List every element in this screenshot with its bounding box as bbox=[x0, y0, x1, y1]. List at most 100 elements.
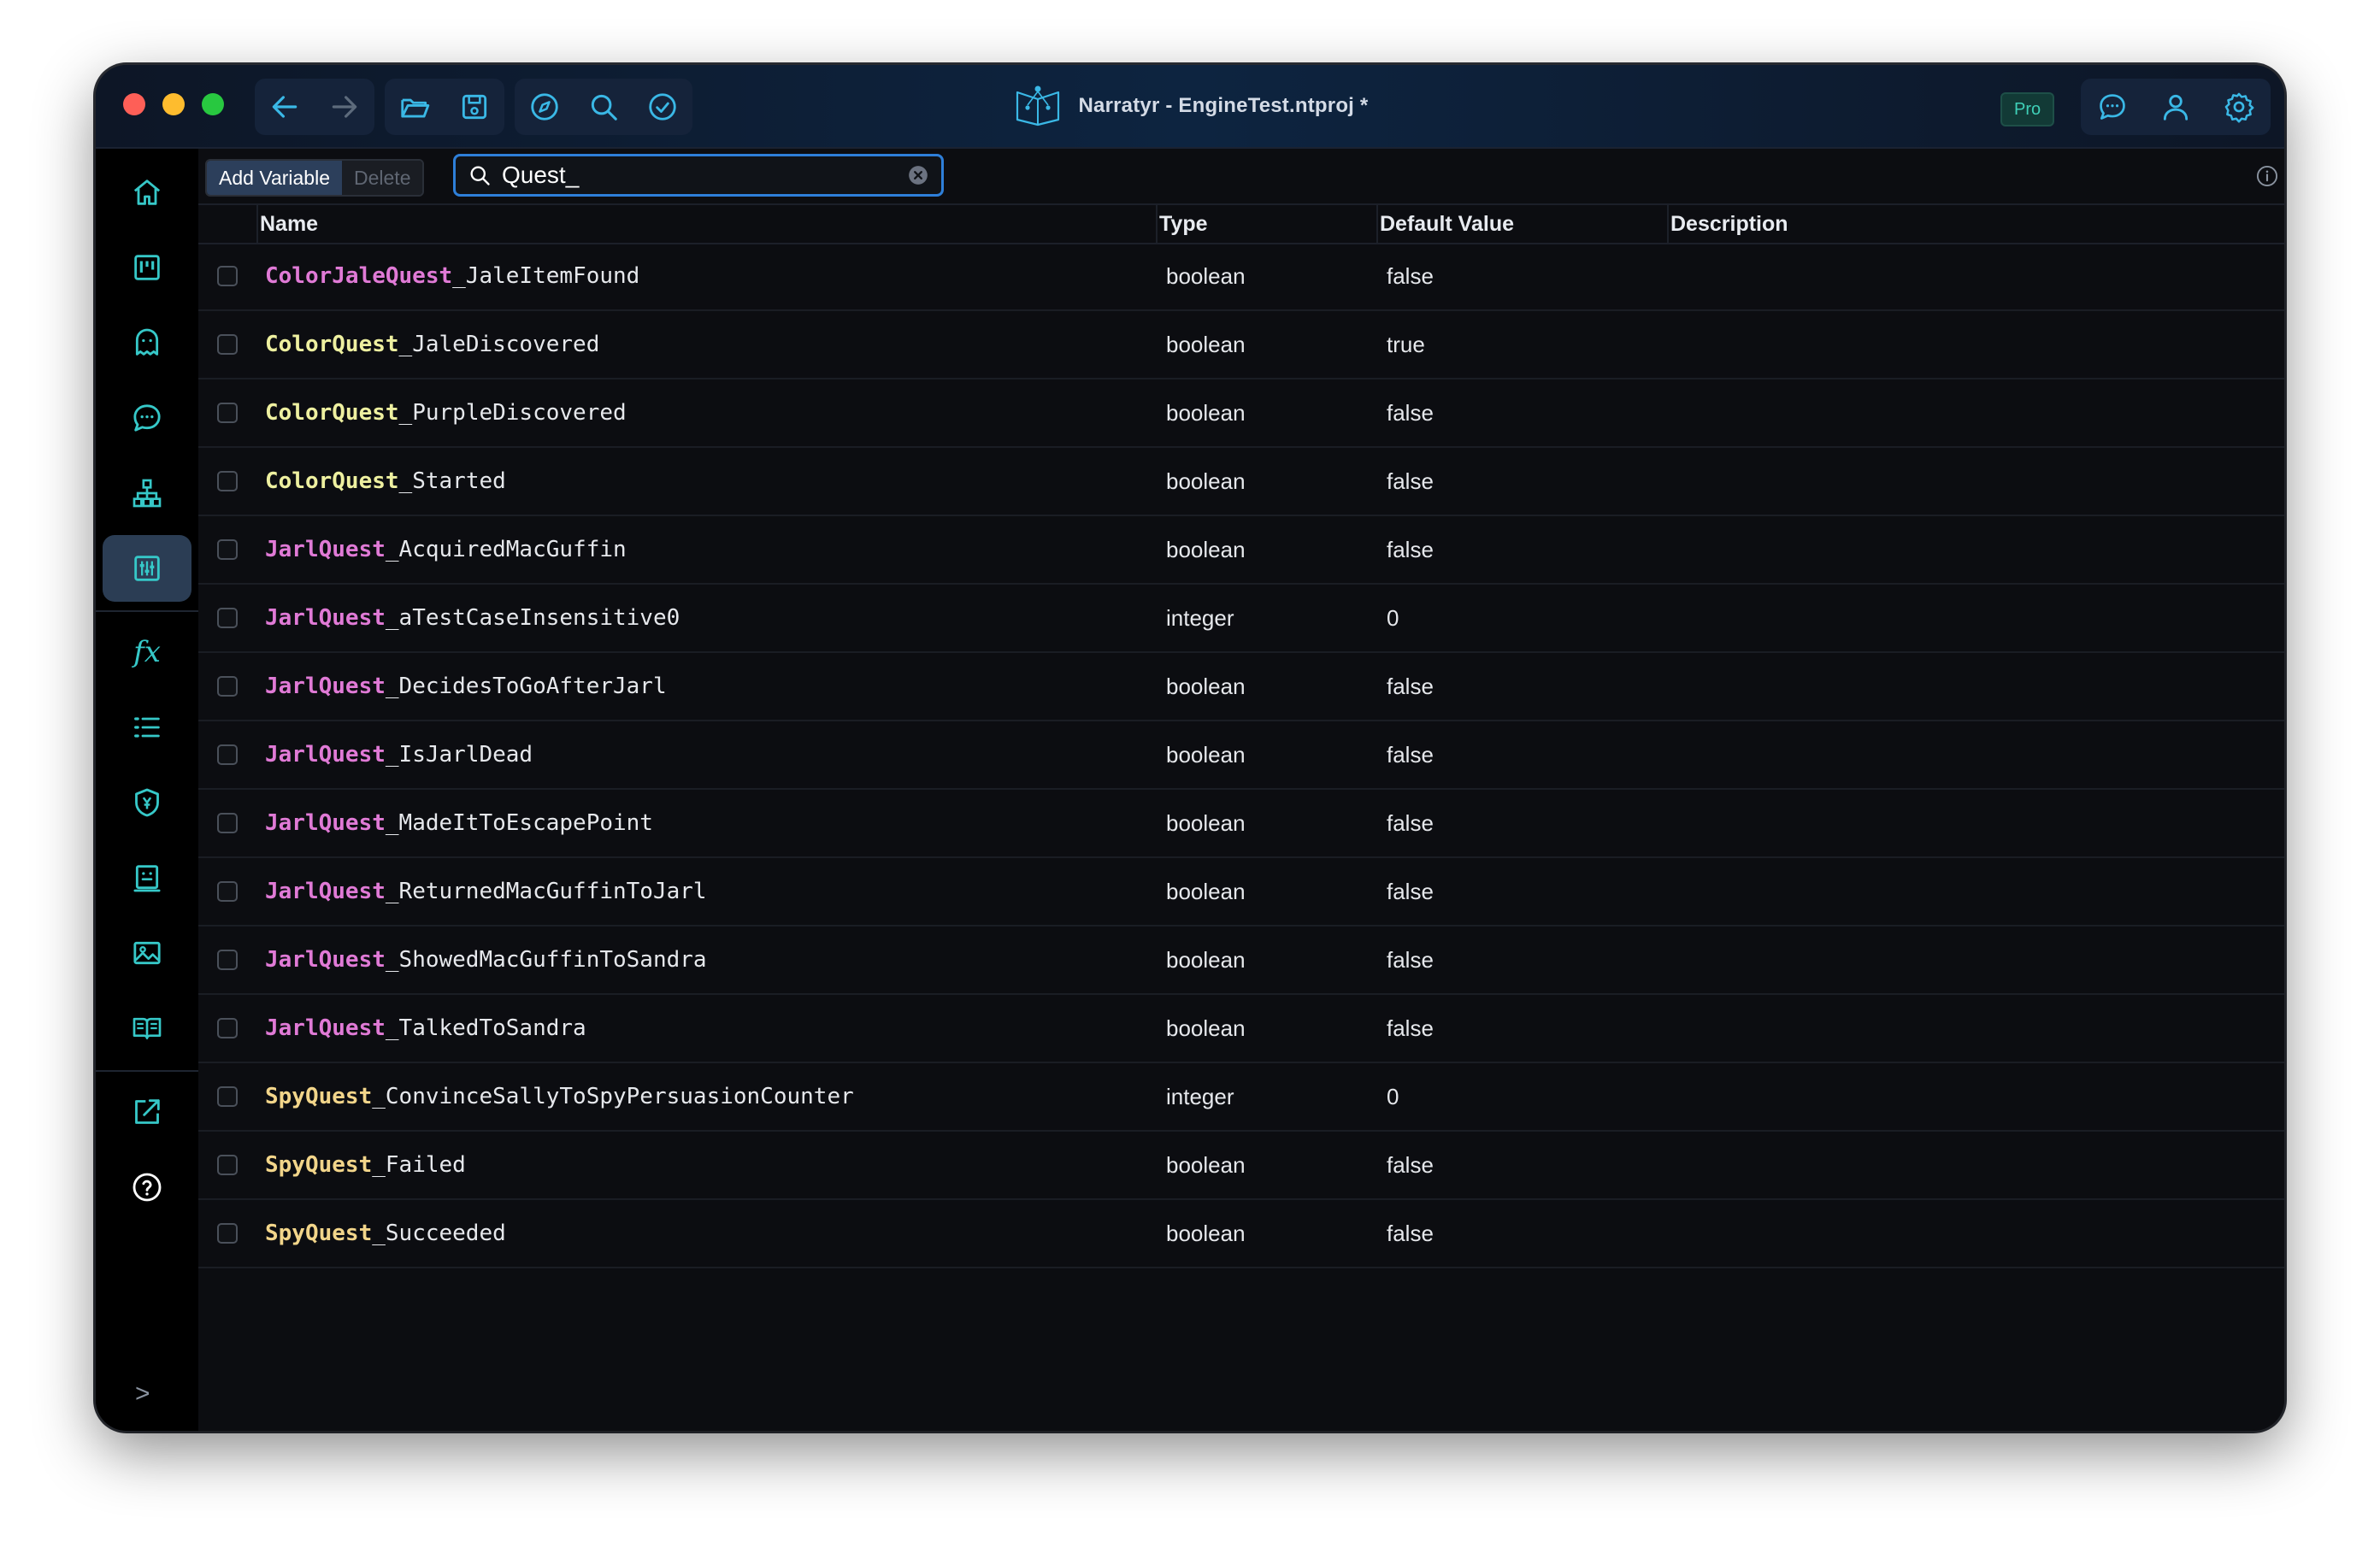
sidebar-item-economy[interactable] bbox=[103, 769, 191, 836]
pro-badge[interactable]: Pro bbox=[2000, 92, 2055, 126]
back-button[interactable] bbox=[261, 83, 309, 131]
row-checkbox[interactable] bbox=[217, 950, 238, 970]
delete-variable-button[interactable]: Delete bbox=[342, 161, 423, 195]
variable-type-cell[interactable]: boolean bbox=[1166, 379, 1246, 446]
column-header-type[interactable]: Type bbox=[1159, 205, 1208, 243]
variable-type-cell[interactable]: boolean bbox=[1166, 1132, 1246, 1198]
row-checkbox[interactable] bbox=[217, 744, 238, 765]
navigate-button[interactable] bbox=[521, 83, 568, 131]
table-row[interactable]: JarlQuest_aTestCaseInsensitive0 integer 0 bbox=[198, 585, 2284, 653]
variable-type-cell[interactable]: boolean bbox=[1166, 790, 1246, 856]
variable-default-cell[interactable]: 0 bbox=[1387, 585, 1399, 651]
variable-name-cell[interactable]: SpyQuest_ConvinceSallyToSpyPersuasionCou… bbox=[265, 1063, 854, 1130]
variable-name-cell[interactable]: JarlQuest_DecidesToGoAfterJarl bbox=[265, 653, 667, 720]
row-checkbox[interactable] bbox=[217, 539, 238, 560]
variable-default-cell[interactable]: false bbox=[1387, 516, 1434, 583]
variable-name-cell[interactable]: JarlQuest_aTestCaseInsensitive0 bbox=[265, 585, 680, 651]
table-row[interactable]: ColorQuest_PurpleDiscovered boolean false bbox=[198, 379, 2284, 448]
variable-default-cell[interactable]: false bbox=[1387, 927, 1434, 993]
sidebar-item-home[interactable] bbox=[103, 159, 191, 226]
row-checkbox[interactable] bbox=[217, 608, 238, 628]
variable-default-cell[interactable]: false bbox=[1387, 1132, 1434, 1198]
info-icon[interactable] bbox=[2255, 164, 2279, 188]
minimize-window-button[interactable] bbox=[162, 93, 185, 115]
search-button[interactable] bbox=[580, 83, 627, 131]
column-header-name[interactable]: Name bbox=[260, 205, 318, 243]
table-row[interactable]: SpyQuest_Failed boolean false bbox=[198, 1132, 2284, 1200]
table-row[interactable]: JarlQuest_IsJarlDead boolean false bbox=[198, 721, 2284, 790]
variable-default-cell[interactable]: 0 bbox=[1387, 1063, 1399, 1130]
save-button[interactable] bbox=[451, 83, 498, 131]
variable-default-cell[interactable]: false bbox=[1387, 243, 1434, 309]
variable-default-cell[interactable]: false bbox=[1387, 653, 1434, 720]
add-variable-button[interactable]: Add Variable bbox=[207, 161, 342, 195]
sidebar-item-list[interactable] bbox=[103, 694, 191, 761]
variable-name-cell[interactable]: ColorQuest_PurpleDiscovered bbox=[265, 379, 627, 446]
validate-button[interactable] bbox=[639, 83, 686, 131]
variable-name-cell[interactable]: ColorQuest_Started bbox=[265, 448, 506, 515]
row-checkbox[interactable] bbox=[217, 1155, 238, 1175]
variable-type-cell[interactable]: boolean bbox=[1166, 311, 1246, 378]
sidebar-item-glossary[interactable] bbox=[103, 995, 191, 1062]
open-project-button[interactable] bbox=[391, 83, 439, 131]
variable-name-cell[interactable]: SpyQuest_Failed bbox=[265, 1132, 466, 1198]
row-checkbox[interactable] bbox=[217, 1223, 238, 1244]
variable-name-cell[interactable]: ColorJaleQuest_JaleItemFound bbox=[265, 243, 639, 309]
sidebar-item-export[interactable] bbox=[103, 1079, 191, 1145]
variable-type-cell[interactable]: boolean bbox=[1166, 243, 1246, 309]
column-divider[interactable] bbox=[1667, 205, 1669, 243]
zoom-window-button[interactable] bbox=[202, 93, 224, 115]
sidebar-item-variables[interactable] bbox=[103, 535, 191, 602]
variable-name-cell[interactable]: JarlQuest_ReturnedMacGuffinToJarl bbox=[265, 858, 707, 925]
table-row[interactable]: ColorQuest_Started boolean false bbox=[198, 448, 2284, 516]
row-checkbox[interactable] bbox=[217, 676, 238, 697]
row-checkbox[interactable] bbox=[217, 334, 238, 355]
variable-default-cell[interactable]: false bbox=[1387, 858, 1434, 925]
row-checkbox[interactable] bbox=[217, 813, 238, 833]
variable-default-cell[interactable]: true bbox=[1387, 311, 1425, 378]
variable-default-cell[interactable]: false bbox=[1387, 448, 1434, 515]
variable-name-cell[interactable]: JarlQuest_MadeItToEscapePoint bbox=[265, 790, 653, 856]
sidebar-item-assets[interactable] bbox=[103, 920, 191, 986]
table-row[interactable]: ColorJaleQuest_JaleItemFound boolean false bbox=[198, 243, 2284, 311]
close-window-button[interactable] bbox=[123, 93, 145, 115]
table-row[interactable]: JarlQuest_ShowedMacGuffinToSandra boolean… bbox=[198, 927, 2284, 995]
sidebar-item-characters[interactable] bbox=[103, 309, 191, 376]
table-row[interactable]: JarlQuest_ReturnedMacGuffinToJarl boolean… bbox=[198, 858, 2284, 927]
variable-default-cell[interactable]: false bbox=[1387, 790, 1434, 856]
variable-type-cell[interactable]: boolean bbox=[1166, 858, 1246, 925]
variable-default-cell[interactable]: false bbox=[1387, 379, 1434, 446]
clear-search-icon[interactable] bbox=[907, 164, 929, 186]
forward-button[interactable] bbox=[321, 83, 368, 131]
variable-type-cell[interactable]: boolean bbox=[1166, 653, 1246, 720]
variable-type-cell[interactable]: boolean bbox=[1166, 448, 1246, 515]
table-row[interactable]: JarlQuest_AcquiredMacGuffin boolean false bbox=[198, 516, 2284, 585]
column-divider[interactable] bbox=[1156, 205, 1158, 243]
sidebar-item-help[interactable] bbox=[103, 1154, 191, 1221]
sidebar-item-functions[interactable]: fx bbox=[103, 619, 191, 685]
column-header-description[interactable]: Description bbox=[1670, 205, 1788, 243]
row-checkbox[interactable] bbox=[217, 266, 238, 286]
table-row[interactable]: JarlQuest_DecidesToGoAfterJarl boolean fal… bbox=[198, 653, 2284, 721]
search-input[interactable] bbox=[500, 161, 907, 190]
variable-type-cell[interactable]: boolean bbox=[1166, 927, 1246, 993]
collapse-sidebar-chevron-icon[interactable]: > bbox=[135, 1380, 150, 1409]
variable-name-cell[interactable]: JarlQuest_ShowedMacGuffinToSandra bbox=[265, 927, 707, 993]
variable-default-cell[interactable]: false bbox=[1387, 1200, 1434, 1267]
variable-default-cell[interactable]: false bbox=[1387, 995, 1434, 1062]
table-row[interactable]: SpyQuest_Succeeded boolean false bbox=[198, 1200, 2284, 1268]
variable-name-cell[interactable]: JarlQuest_TalkedToSandra bbox=[265, 995, 586, 1062]
variable-name-cell[interactable]: SpyQuest_Succeeded bbox=[265, 1200, 506, 1267]
variable-type-cell[interactable]: boolean bbox=[1166, 516, 1246, 583]
sidebar-item-board[interactable] bbox=[103, 234, 191, 301]
column-divider[interactable] bbox=[1376, 205, 1378, 243]
feedback-button[interactable] bbox=[2088, 83, 2136, 131]
column-header-default-value[interactable]: Default Value bbox=[1380, 205, 1514, 243]
sidebar-item-entities[interactable] bbox=[103, 844, 191, 911]
sidebar-item-flow[interactable] bbox=[103, 460, 191, 527]
variable-name-cell[interactable]: JarlQuest_IsJarlDead bbox=[265, 721, 533, 788]
variable-type-cell[interactable]: boolean bbox=[1166, 721, 1246, 788]
account-button[interactable] bbox=[2152, 83, 2200, 131]
variable-type-cell[interactable]: boolean bbox=[1166, 1200, 1246, 1267]
variable-name-cell[interactable]: ColorQuest_JaleDiscovered bbox=[265, 311, 599, 378]
